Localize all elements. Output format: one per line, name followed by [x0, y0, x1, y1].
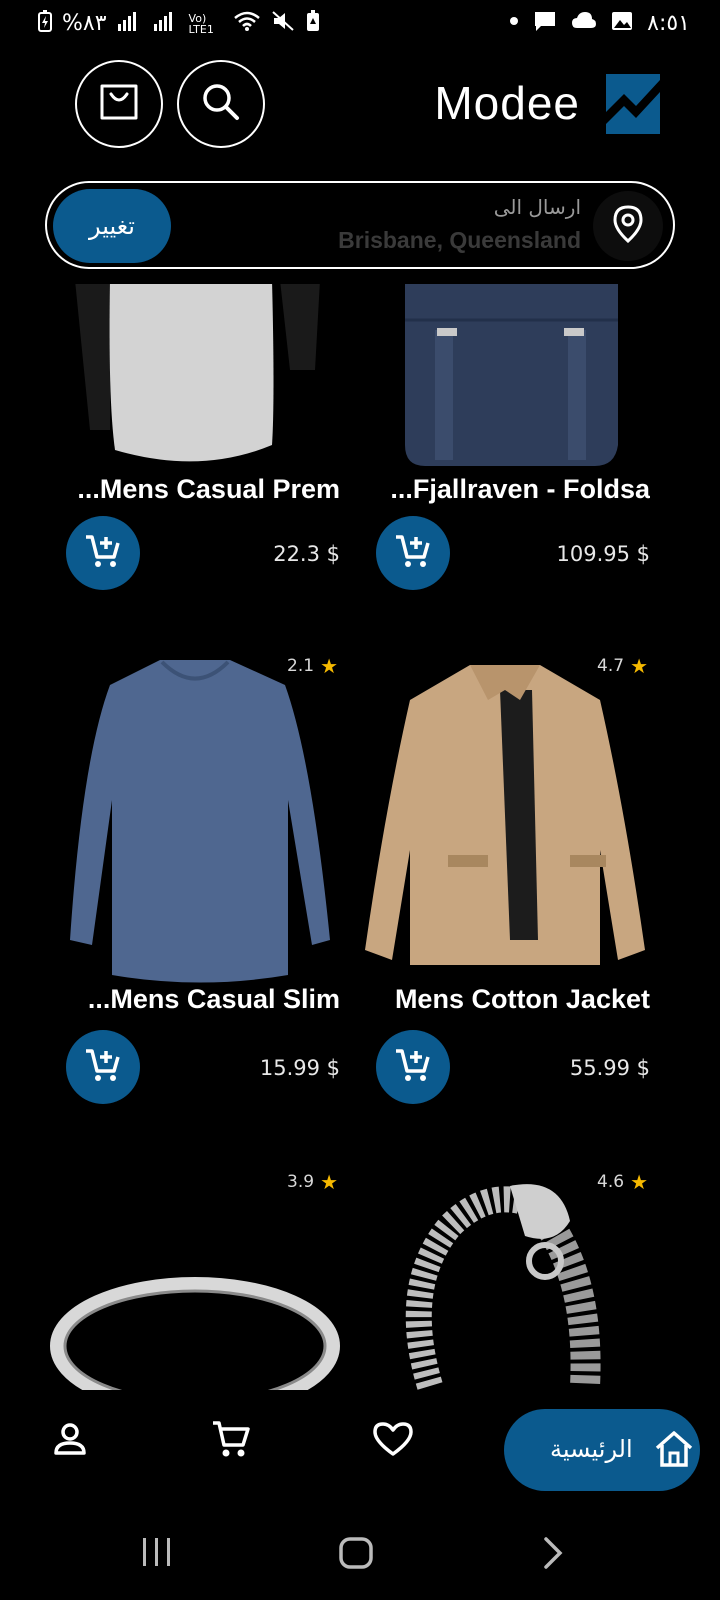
product-grid: ...Mens Casual Prem 22.3 $ ...Fjallraven… [0, 284, 720, 1390]
location-pin-button[interactable] [593, 191, 663, 261]
search-icon [201, 82, 241, 127]
location-value: Brisbane, Queensland [338, 227, 581, 253]
home-icon [654, 1429, 694, 1474]
message-icon [533, 10, 557, 37]
status-bar: %٨٣ Vo) LTE1 ٨:٥١ [0, 0, 720, 46]
cart-icon [211, 1419, 251, 1464]
notification-dot-icon [509, 10, 519, 37]
product-image-ring [50, 1226, 340, 1390]
system-navigation-bar [0, 1500, 720, 1600]
network-type: Vo) LTE1 [188, 11, 214, 36]
image-icon [611, 10, 633, 37]
product-card[interactable]: 4.6 ★ [360, 1166, 650, 1390]
bottom-navigation: الرئيسية [0, 1390, 720, 1500]
battery-saver-icon [305, 10, 321, 37]
product-price: 109.95 $ [556, 542, 650, 566]
shopping-bag-icon [99, 84, 139, 125]
product-card[interactable]: 3.9 ★ [50, 1166, 340, 1390]
signal-icon [117, 10, 143, 37]
rating-value: 3.9 [287, 1172, 315, 1192]
brand-name: Modee [434, 77, 580, 129]
cloud-icon [571, 10, 597, 37]
add-to-cart-button[interactable] [66, 516, 140, 590]
home-tab[interactable]: الرئيسية [504, 1409, 700, 1491]
add-to-cart-button[interactable] [376, 516, 450, 590]
battery-percent: %٨٣ [62, 11, 107, 36]
product-title: ...Fjallraven - Foldsa [390, 474, 650, 504]
home-label: الرئيسية [550, 1435, 633, 1463]
add-cart-icon [84, 533, 122, 574]
signal-icon-2 [153, 10, 179, 37]
location-pin-icon [613, 204, 643, 248]
change-location-button[interactable]: تغيير [53, 189, 171, 263]
product-image-tshirt [50, 284, 340, 470]
product-card[interactable]: ...Mens Casual Prem 22.3 $ [50, 284, 340, 614]
mute-icon [271, 10, 295, 37]
profile-icon [52, 1421, 88, 1462]
product-image-bracelet [360, 1166, 650, 1390]
bag-button[interactable] [75, 60, 163, 148]
product-card[interactable]: 2.1 ★ ...Mens Casual Slim 15.99 $ [50, 650, 340, 1110]
product-price: 15.99 $ [259, 1056, 340, 1080]
add-cart-icon [394, 533, 432, 574]
product-title: ...Mens Casual Slim [87, 984, 340, 1014]
product-image-longsleeve [50, 650, 340, 990]
product-price: 22.3 $ [273, 542, 340, 566]
add-to-cart-button[interactable] [376, 1030, 450, 1104]
add-cart-icon [84, 1047, 122, 1088]
product-title: ...Mens Casual Prem [77, 474, 340, 504]
recent-apps-icon[interactable] [140, 1536, 174, 1573]
back-chevron-icon[interactable] [542, 1536, 564, 1575]
clock: ٨:٥١ [647, 11, 690, 36]
product-image-backpack [360, 284, 650, 470]
star-icon: ★ [320, 1170, 338, 1194]
product-card[interactable]: 4.7 ★ Mens Cotton Jacket 55.99 $ [360, 650, 650, 1110]
product-title: Mens Cotton Jacket [394, 984, 650, 1014]
profile-tab[interactable] [45, 1416, 95, 1466]
heart-icon [373, 1421, 413, 1462]
brand-logo [606, 74, 660, 134]
wifi-icon [233, 10, 261, 37]
delivery-location-bar: تغيير ارسال الى Brisbane, Queensland [45, 181, 675, 269]
product-card[interactable]: ...Fjallraven - Foldsa 109.95 $ [360, 284, 650, 614]
add-cart-icon [394, 1047, 432, 1088]
battery-charging-icon [38, 10, 52, 37]
home-button-icon[interactable] [338, 1536, 374, 1575]
product-image-jacket [360, 660, 650, 980]
deliver-to-label: ارسال الى [493, 195, 581, 219]
add-to-cart-button[interactable] [66, 1030, 140, 1104]
cart-tab[interactable] [206, 1416, 256, 1466]
favorites-tab[interactable] [368, 1416, 418, 1466]
product-price: 55.99 $ [569, 1056, 650, 1080]
product-rating: 3.9 ★ [287, 1170, 338, 1194]
search-button[interactable] [177, 60, 265, 148]
